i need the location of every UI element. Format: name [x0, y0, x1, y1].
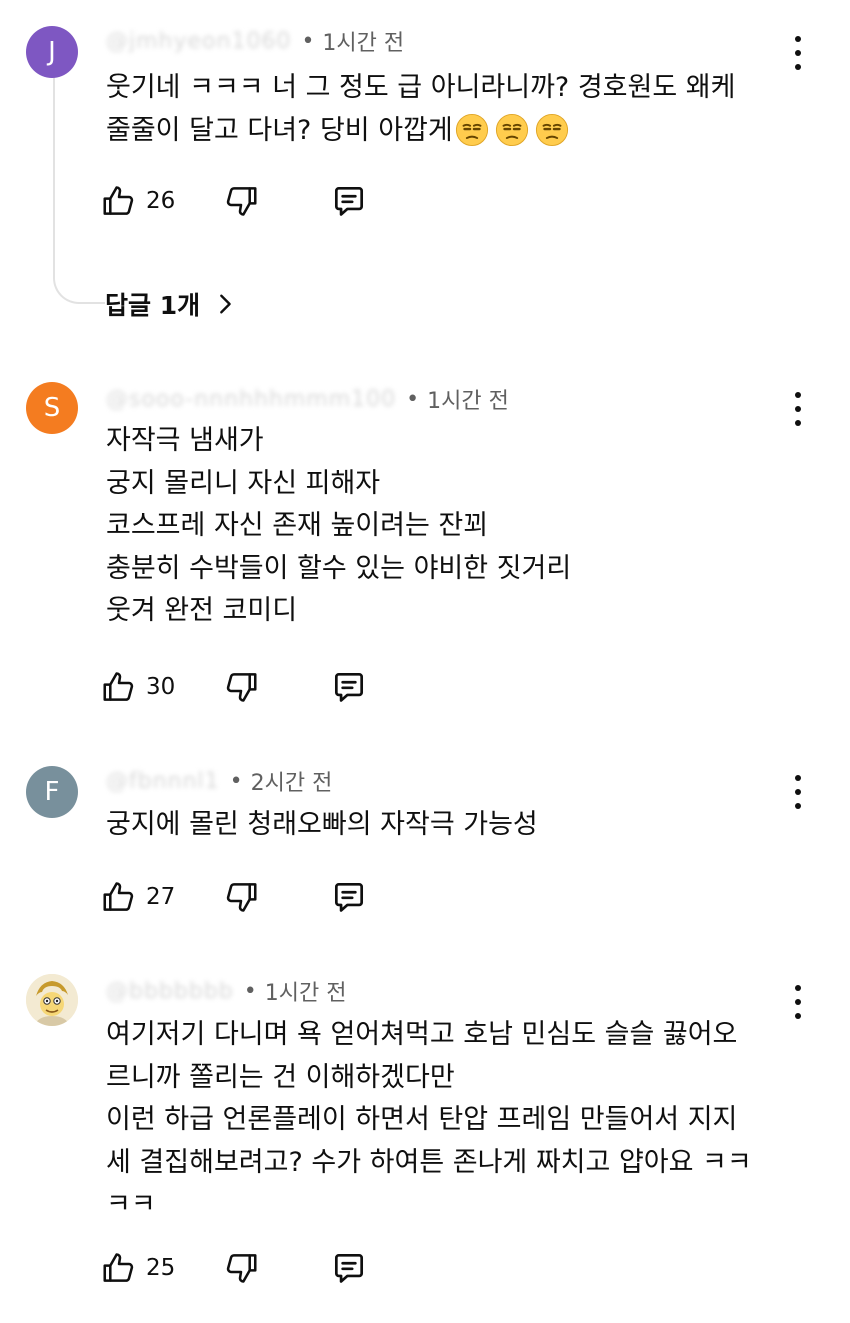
avatar[interactable]: S	[26, 382, 78, 434]
reply-comment-icon	[334, 1253, 364, 1283]
unamused-face-icon	[495, 113, 528, 146]
meta-separator: •	[406, 386, 420, 412]
thumbs-down-icon	[226, 883, 257, 912]
meta-separator: •	[243, 978, 257, 1004]
author-name[interactable]: @bbbbbbb	[106, 979, 234, 1004]
thumbs-up-icon	[103, 672, 134, 701]
comment-line: 여기저기 다니며 욕 얻어쳐먹고 호남 민심도 슬슬 끓어오	[106, 1019, 738, 1050]
more-options-button[interactable]	[784, 36, 812, 70]
comment-line: 웃겨 완전 코미디	[106, 595, 298, 626]
comment-text: 자작극 냄새가 궁지 몰리니 자신 피해자 코스프레 자신 존재 높이려는 잔꾀…	[106, 420, 796, 633]
comment-actions: 27	[100, 875, 420, 919]
author-name[interactable]: @sooo-nnnhhhmmm100	[106, 387, 396, 412]
comment-line: 줄줄이 달고 다녀? 당비 아깝게	[106, 110, 796, 153]
emoji-group	[455, 113, 575, 147]
comment-line: 코스프레 자신 존재 높이려는 잔꾀	[106, 510, 489, 541]
dislike-button[interactable]	[222, 179, 260, 223]
thumbs-up-icon	[103, 186, 134, 215]
reply-button[interactable]	[330, 875, 368, 919]
reply-button[interactable]	[330, 179, 368, 223]
comment-time: 1시간 전	[264, 981, 347, 1006]
like-button[interactable]: 30	[100, 665, 175, 709]
comment-line: 웃기네 ㅋㅋㅋ 너 그 정도 급 아니라니까? 경호원도 왜케	[106, 72, 736, 103]
thumbs-down-icon	[226, 187, 257, 216]
comment-actions: 25	[100, 1246, 420, 1290]
comment-line: 세 결집해보려고? 수가 하여튼 존나게 짜치고 얍아요 ㅋㅋ	[106, 1146, 752, 1178]
thumbs-down-icon	[226, 673, 257, 702]
comment-text: 여기저기 다니며 욕 얻어쳐먹고 호남 민심도 슬슬 끓어오 르니까 쫄리는 건…	[106, 1014, 796, 1227]
comment-meta: @sooo-nnnhhhmmm100 • 1시간 전	[106, 384, 509, 415]
reply-comment-icon	[334, 882, 364, 912]
reply-comment-icon	[334, 186, 364, 216]
thumbs-up-icon	[103, 1253, 134, 1282]
thumbs-up-icon	[103, 882, 134, 911]
author-name[interactable]: @fbnnnl1	[106, 769, 220, 794]
thumbs-down-icon	[226, 1254, 257, 1283]
avatar[interactable]: F	[26, 766, 78, 818]
view-replies-link[interactable]: 답글 1개	[105, 284, 236, 324]
reply-comment-icon	[334, 672, 364, 702]
comment-text: 웃기네 ㅋㅋㅋ 너 그 정도 급 아니라니까? 경호원도 왜케 줄줄이 달고 다…	[106, 67, 796, 152]
meta-separator: •	[301, 28, 315, 54]
unamused-face-icon	[455, 113, 488, 146]
comment-meta: @bbbbbbb • 1시간 전	[106, 976, 347, 1007]
cartoon-character-avatar-icon	[26, 974, 78, 1026]
comment-text: 궁지에 몰린 청래오빠의 자작극 가능성	[106, 804, 796, 847]
comment-line: 충분히 수박들이 할수 있는 야비한 짓거리	[106, 552, 572, 584]
like-count: 25	[146, 1255, 176, 1281]
avatar[interactable]	[26, 974, 78, 1026]
comment-line: 궁지에 몰린 청래오빠의 자작극 가능성	[106, 809, 538, 840]
author-name[interactable]: @jmhyeon1060	[106, 29, 291, 54]
meta-separator: •	[229, 768, 243, 794]
like-button[interactable]: 26	[100, 179, 175, 223]
avatar[interactable]: J	[26, 26, 78, 78]
dislike-button[interactable]	[222, 665, 260, 709]
comment-line: 르니까 쫄리는 건 이해하겠다만	[106, 1061, 455, 1093]
comment-actions: 26	[100, 179, 420, 223]
comment-actions: 30	[100, 665, 420, 709]
comment-meta: @fbnnnl1 • 2시간 전	[106, 766, 333, 797]
comment-line: 이런 하급 언론플레이 하면서 탄압 프레임 만들어서 지지	[106, 1104, 738, 1135]
reply-button[interactable]	[330, 1246, 368, 1290]
comment-time: 1시간 전	[322, 31, 405, 56]
comment-time: 2시간 전	[250, 771, 333, 796]
like-count: 27	[146, 884, 176, 910]
comment-meta: @jmhyeon1060 • 1시간 전	[106, 26, 405, 57]
comment-line: ㅋㅋ	[106, 1189, 156, 1220]
chevron-right-icon	[220, 294, 231, 314]
reply-button[interactable]	[330, 665, 368, 709]
replies-count-label: 답글 1개	[105, 291, 201, 320]
comment-line: 궁지 몰리니 자신 피해자	[106, 467, 381, 499]
comment-line: 자작극 냄새가	[106, 425, 264, 456]
dislike-button[interactable]	[222, 875, 260, 919]
comment-time: 1시간 전	[427, 389, 509, 414]
dislike-button[interactable]	[222, 1246, 260, 1290]
thread-connector	[53, 72, 105, 304]
like-count: 30	[146, 674, 176, 700]
unamused-face-icon	[535, 113, 568, 146]
like-button[interactable]: 25	[100, 1246, 175, 1290]
like-button[interactable]: 27	[100, 875, 175, 919]
like-count: 26	[146, 188, 176, 214]
